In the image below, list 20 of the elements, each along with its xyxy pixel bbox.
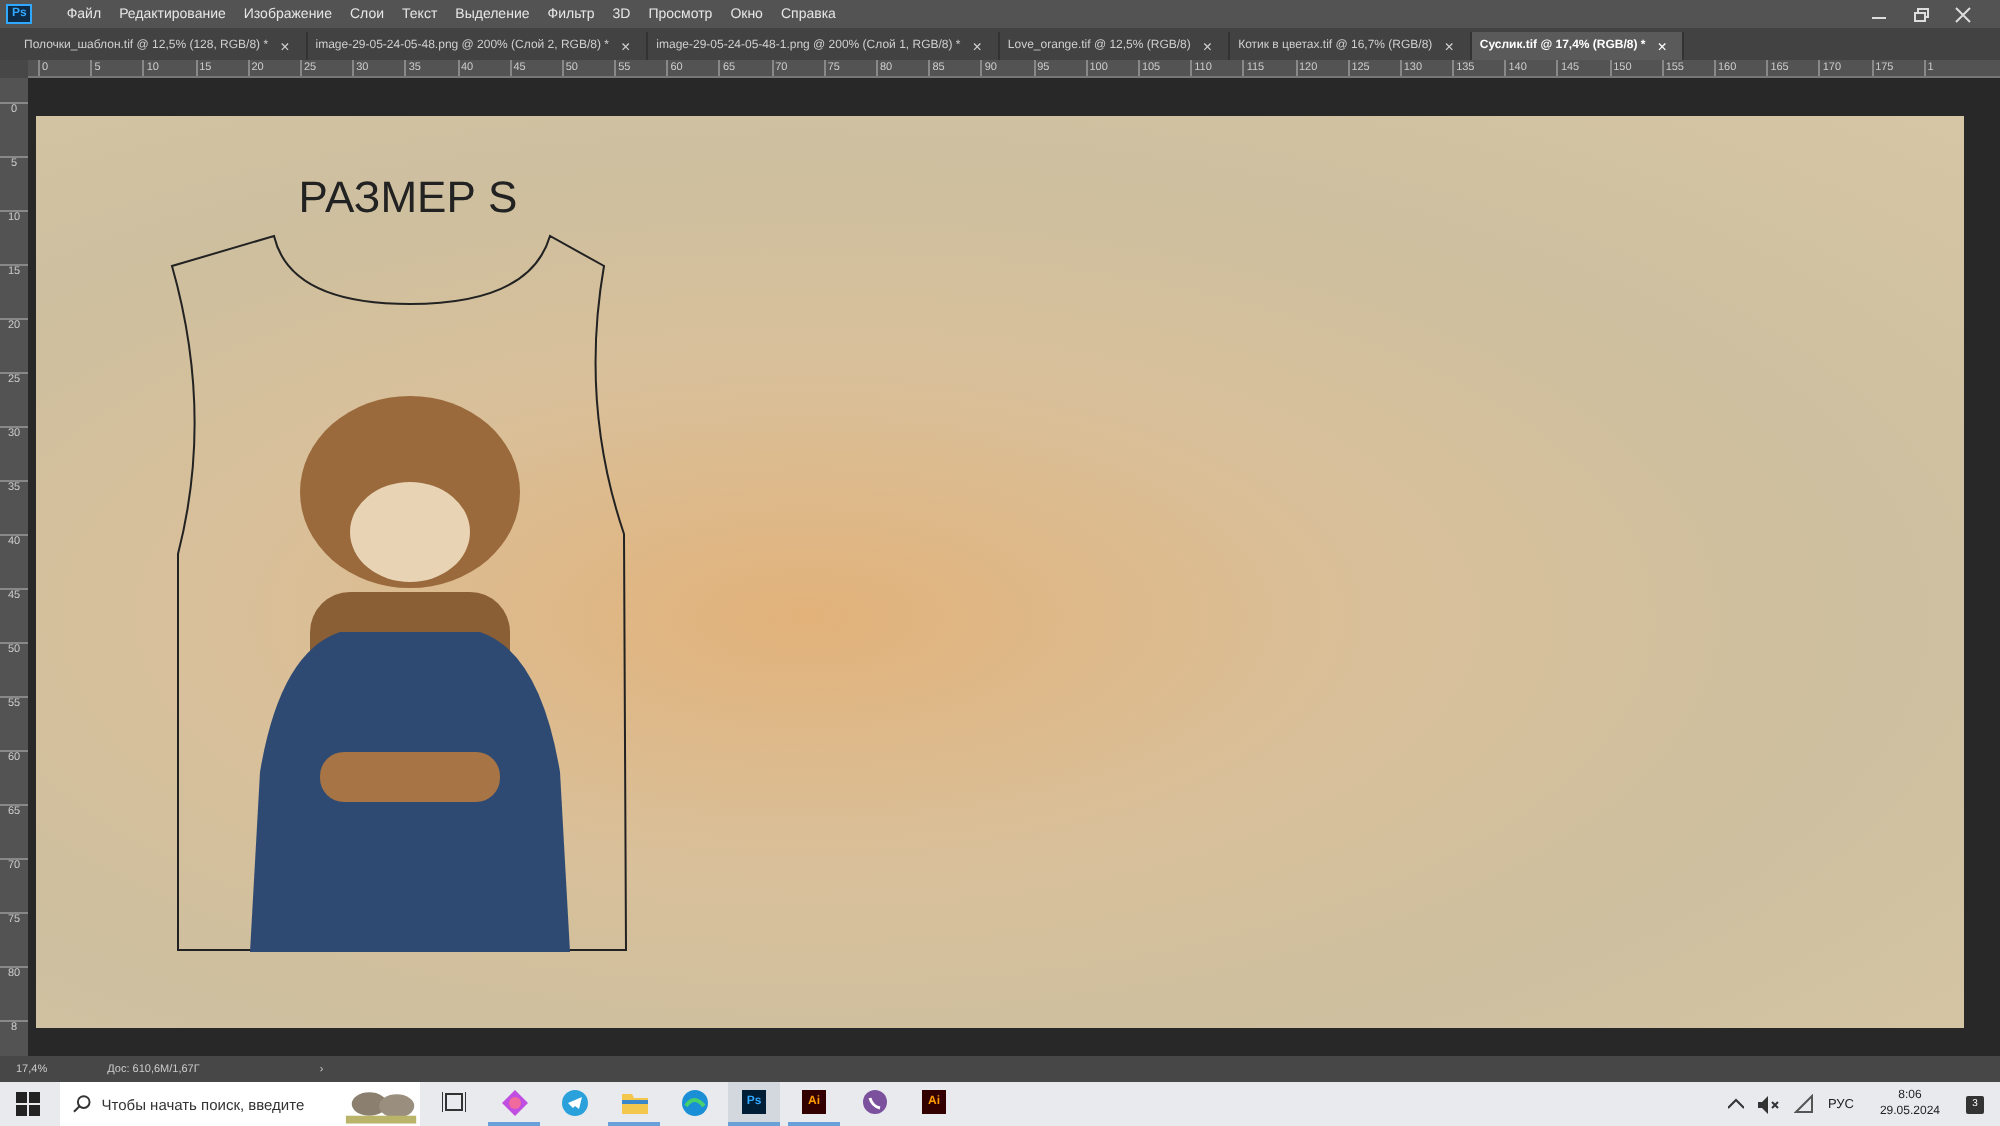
close-icon[interactable]: ×: [1657, 37, 1667, 55]
colorful-blob-icon: [501, 1089, 527, 1115]
muted-speaker-icon[interactable]: [1757, 1095, 1780, 1113]
caret-icon[interactable]: [1727, 1098, 1744, 1110]
restore-icon[interactable]: [1912, 5, 1930, 23]
size-heading: РАЗМЕР S: [296, 172, 520, 224]
close-icon[interactable]: ×: [1444, 37, 1454, 55]
search-icon: [72, 1094, 92, 1114]
close-icon[interactable]: ×: [280, 37, 290, 55]
windows-start-icon[interactable]: [16, 1092, 40, 1116]
close-icon[interactable]: ×: [620, 37, 631, 55]
paper-plane-icon: [561, 1089, 587, 1115]
close-icon[interactable]: [1954, 5, 1972, 23]
close-icon[interactable]: ×: [1202, 37, 1213, 55]
folder-icon: [621, 1091, 647, 1113]
close-icon[interactable]: ×: [972, 37, 982, 55]
task-view-icon: [442, 1090, 466, 1114]
phone-bubble-icon: [861, 1089, 887, 1115]
wave-circle-icon: [681, 1089, 707, 1115]
network-icon[interactable]: [1793, 1094, 1814, 1114]
